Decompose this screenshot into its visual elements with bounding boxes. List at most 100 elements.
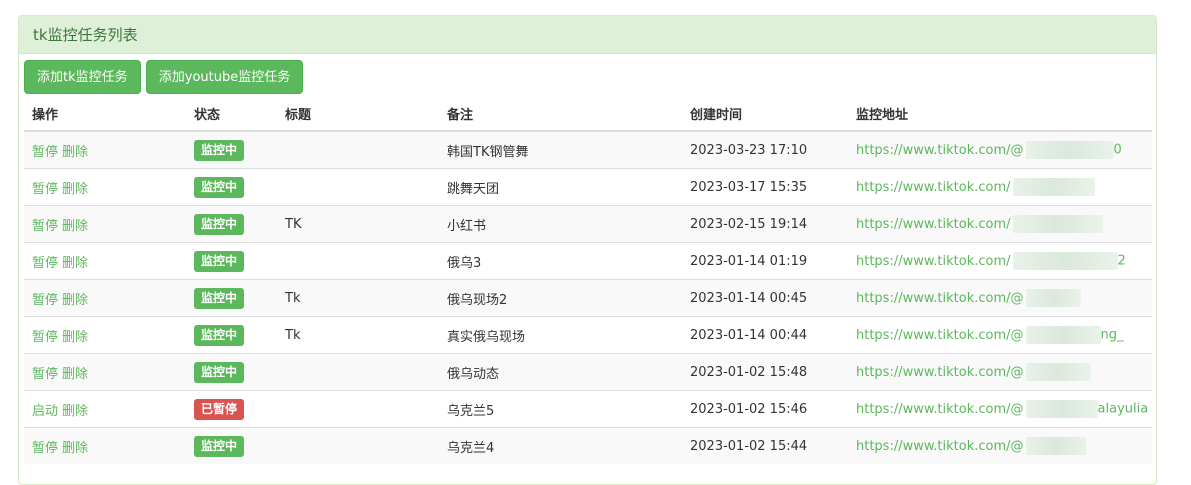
row-note: 俄乌动态	[439, 353, 682, 391]
delete-task-link[interactable]: 删除	[62, 256, 88, 271]
delete-task-link[interactable]: 删除	[62, 404, 88, 419]
row-created: 2023-01-14 00:44	[682, 316, 848, 354]
row-created: 2023-03-17 15:35	[682, 168, 848, 206]
panel-title: tk监控任务列表	[19, 16, 1156, 54]
redacted-blur	[1025, 289, 1081, 307]
header-status: 状态	[186, 96, 277, 132]
row-created: 2023-01-02 15:48	[682, 353, 848, 391]
delete-task-link[interactable]: 删除	[62, 219, 88, 234]
row-actions: 暂停 删除	[24, 316, 186, 354]
redacted-blur	[1025, 141, 1114, 159]
row-created: 2023-01-14 01:19	[682, 242, 848, 280]
row-status: 监控中	[186, 353, 277, 391]
add-tk-task-button[interactable]: 添加tk监控任务	[24, 60, 141, 94]
row-actions: 启动 删除	[24, 390, 186, 428]
monitor-url-link[interactable]: https://www.tiktok.com/@	[856, 328, 1024, 343]
row-note: 真实俄乌现场	[439, 316, 682, 354]
row-url-cell: https://www.tiktok.com/@	[848, 353, 1152, 391]
status-badge: 已暂停	[194, 398, 245, 420]
status-badge: 监控中	[194, 213, 245, 235]
table-row: 暂停 删除 监控中 TK 小红书 2023-02-15 19:14 https://www.…	[24, 205, 1152, 243]
row-note: 小红书	[439, 205, 682, 243]
delete-task-link[interactable]: 删除	[62, 293, 88, 308]
header-note: 备注	[439, 96, 682, 132]
monitor-url-link[interactable]: https://www.tiktok.com/@	[856, 439, 1024, 454]
row-actions: 暂停 删除	[24, 130, 186, 169]
monitor-url-link[interactable]: https://www.tiktok.com/@	[856, 291, 1024, 306]
row-title	[277, 390, 439, 428]
toggle-task-link[interactable]: 暂停	[32, 219, 58, 234]
url-tail: 0	[1113, 142, 1122, 158]
monitor-url-link[interactable]: https://www.tiktok.com/@	[856, 402, 1024, 417]
row-created: 2023-01-14 00:45	[682, 279, 848, 317]
row-url-cell: https://www.tiktok.com/@	[848, 427, 1152, 464]
row-title	[277, 168, 439, 206]
redacted-blur	[1025, 437, 1086, 455]
url-tail: alayulia	[1097, 401, 1149, 417]
row-actions: 暂停 删除	[24, 427, 186, 464]
row-status: 已暂停	[186, 390, 277, 428]
toggle-task-link[interactable]: 暂停	[32, 293, 58, 308]
delete-task-link[interactable]: 删除	[62, 182, 88, 197]
row-url-cell: https://www.tiktok.com/	[848, 205, 1152, 243]
redacted-blur	[1012, 178, 1095, 196]
row-status: 监控中	[186, 427, 277, 464]
delete-task-link[interactable]: 删除	[62, 367, 88, 382]
table-row: 暂停 删除 监控中 俄乌3 2023-01-14 01:19 https://www.ti…	[24, 242, 1152, 280]
monitor-url-link[interactable]: https://www.tiktok.com/	[856, 254, 1011, 269]
row-note: 俄乌现场2	[439, 279, 682, 317]
row-actions: 暂停 删除	[24, 205, 186, 243]
row-note: 跳舞天团	[439, 168, 682, 206]
monitor-url-link[interactable]: https://www.tiktok.com/@	[856, 143, 1024, 158]
row-title: Tk	[277, 279, 439, 317]
row-status: 监控中	[186, 242, 277, 280]
table-row: 启动 删除 已暂停 乌克兰5 2023-01-02 15:46 https://www.t…	[24, 390, 1152, 428]
delete-task-link[interactable]: 删除	[62, 441, 88, 456]
redacted-blur	[1025, 363, 1091, 381]
row-note: 乌克兰5	[439, 390, 682, 428]
row-status: 监控中	[186, 316, 277, 354]
table-row: 暂停 删除 监控中 俄乌动态 2023-01-02 15:48 https://www.t…	[24, 353, 1152, 391]
toggle-task-link[interactable]: 暂停	[32, 145, 58, 160]
toggle-task-link[interactable]: 暂停	[32, 330, 58, 345]
row-title: Tk	[277, 316, 439, 354]
row-url-cell: https://www.tiktok.com/@ 0	[848, 130, 1152, 169]
toggle-task-link[interactable]: 暂停	[32, 441, 58, 456]
row-status: 监控中	[186, 130, 277, 169]
url-tail: ng_	[1100, 327, 1124, 343]
delete-task-link[interactable]: 删除	[62, 330, 88, 345]
delete-task-link[interactable]: 删除	[62, 145, 88, 160]
status-badge: 监控中	[194, 361, 245, 383]
status-badge: 监控中	[194, 250, 245, 272]
row-title	[277, 130, 439, 169]
toggle-task-link[interactable]: 暂停	[32, 367, 58, 382]
table-row: 暂停 删除 监控中 乌克兰4 2023-01-02 15:44 https://www.t…	[24, 427, 1152, 464]
row-created: 2023-02-15 19:14	[682, 205, 848, 243]
row-status: 监控中	[186, 279, 277, 317]
row-title	[277, 353, 439, 391]
toggle-task-link[interactable]: 暂停	[32, 256, 58, 271]
row-status: 监控中	[186, 168, 277, 206]
toggle-task-link[interactable]: 启动	[32, 404, 58, 419]
header-url: 监控地址	[848, 96, 1152, 132]
toggle-task-link[interactable]: 暂停	[32, 182, 58, 197]
toolbar: 添加tk监控任务 添加youtube监控任务	[24, 60, 304, 94]
table-row: 暂停 删除 监控中 Tk 俄乌现场2 2023-01-14 00:45 https://ww…	[24, 279, 1152, 317]
row-actions: 暂停 删除	[24, 242, 186, 280]
url-tail: 2	[1117, 253, 1126, 269]
header-title: 标题	[277, 96, 439, 132]
row-title: TK	[277, 205, 439, 243]
status-badge: 监控中	[194, 324, 245, 346]
add-youtube-task-button[interactable]: 添加youtube监控任务	[145, 60, 304, 94]
monitor-url-link[interactable]: https://www.tiktok.com/@	[856, 365, 1024, 380]
task-panel: tk监控任务列表 添加tk监控任务 添加youtube监控任务 操作 状态 标题…	[18, 15, 1157, 485]
row-url-cell: https://www.tiktok.com/@ ng_	[848, 316, 1152, 354]
row-status: 监控中	[186, 205, 277, 243]
row-actions: 暂停 删除	[24, 168, 186, 206]
row-url-cell: https://www.tiktok.com/	[848, 168, 1152, 206]
monitor-url-link[interactable]: https://www.tiktok.com/	[856, 180, 1011, 195]
row-url-cell: https://www.tiktok.com/@	[848, 279, 1152, 317]
monitor-url-link[interactable]: https://www.tiktok.com/	[856, 217, 1011, 232]
row-url-cell: https://www.tiktok.com/@ alayulia	[848, 390, 1152, 428]
table-row: 暂停 删除 监控中 Tk 真实俄乌现场 2023-01-14 00:44 https://w…	[24, 316, 1152, 354]
